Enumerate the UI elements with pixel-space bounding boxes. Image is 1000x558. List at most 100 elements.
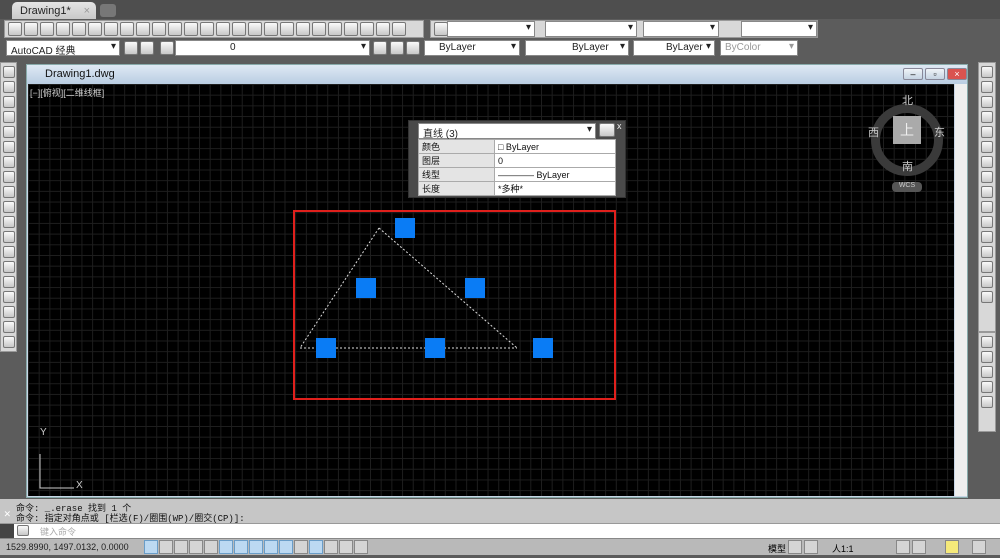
line-icon[interactable] (2, 66, 15, 78)
lineweight-select[interactable]: ByLayer (633, 40, 715, 56)
design-center-icon[interactable] (312, 22, 326, 36)
arc-icon[interactable] (2, 141, 15, 153)
hatch-icon[interactable] (2, 276, 15, 288)
markup-icon[interactable] (360, 22, 374, 36)
ellipse-icon[interactable] (2, 201, 15, 213)
zoom-realtime-icon[interactable] (248, 22, 262, 36)
stretch-icon[interactable] (981, 186, 993, 198)
vertical-scrollbar[interactable] (955, 84, 967, 496)
property-value[interactable]: ———— ByLayer (494, 167, 616, 182)
preview-icon[interactable] (72, 22, 86, 36)
zoom-previous-icon[interactable] (280, 22, 294, 36)
ducs-toggle[interactable] (264, 540, 278, 554)
command-input[interactable]: 键入命令 (40, 525, 76, 538)
layer-manager-icon[interactable] (160, 41, 174, 55)
bring-above-icon[interactable] (981, 366, 993, 378)
color-select[interactable]: ByLayer (424, 40, 520, 56)
customize-panel-icon[interactable] (599, 123, 615, 137)
zoom-window-icon[interactable] (264, 22, 278, 36)
ortho-toggle[interactable] (189, 540, 203, 554)
chamfer-icon[interactable] (981, 261, 993, 273)
layer-states-icon[interactable] (406, 41, 420, 55)
redo-icon[interactable] (216, 22, 230, 36)
compass-west[interactable]: 西 (868, 124, 879, 140)
property-row[interactable]: 图层 0 (418, 153, 616, 168)
customize-icon[interactable] (140, 41, 154, 55)
grip-point[interactable] (533, 338, 553, 358)
new-tab-button[interactable] (100, 4, 116, 17)
text-front-icon[interactable] (981, 396, 993, 408)
multileader-style-select[interactable] (741, 21, 817, 37)
restore-button[interactable]: ▫ (925, 68, 945, 80)
ellipse-arc-icon[interactable] (2, 216, 15, 228)
minimize-button[interactable]: – (903, 68, 923, 80)
workspace-settings-icon[interactable] (124, 41, 138, 55)
copy-object-icon[interactable] (981, 81, 993, 93)
text-style-select[interactable] (447, 21, 535, 37)
table-icon[interactable] (2, 321, 15, 333)
properties-icon[interactable] (296, 22, 310, 36)
rectangle-icon[interactable] (2, 126, 15, 138)
mirror-icon[interactable] (981, 96, 993, 108)
transparency-toggle[interactable] (309, 540, 323, 554)
property-row[interactable]: 线型 ———— ByLayer (418, 167, 616, 182)
print-icon[interactable] (56, 22, 70, 36)
revcloud-icon[interactable] (2, 171, 15, 183)
help-icon[interactable] (392, 22, 406, 36)
scale-icon[interactable] (981, 171, 993, 183)
calculator-icon[interactable] (376, 22, 390, 36)
otrack-toggle[interactable] (249, 540, 263, 554)
command-prompt-icon[interactable] (17, 525, 29, 536)
bring-front-icon[interactable] (981, 336, 993, 348)
open-icon[interactable] (24, 22, 38, 36)
quick-properties-toggle[interactable] (324, 540, 338, 554)
dyn-toggle[interactable] (279, 540, 293, 554)
compass-north[interactable]: 北 (902, 92, 913, 108)
dim-style-select[interactable] (545, 21, 637, 37)
circle-icon[interactable] (2, 156, 15, 168)
command-close-icon[interactable]: ✕ (4, 507, 11, 521)
selection-type-select[interactable]: 直线 (3) (418, 123, 596, 140)
cut-icon[interactable] (120, 22, 134, 36)
workspace-switching-icon[interactable] (896, 540, 910, 554)
workspace-select[interactable]: AutoCAD 经典 (6, 40, 120, 57)
offset-icon[interactable] (981, 111, 993, 123)
clean-screen-icon[interactable] (972, 540, 986, 554)
property-value[interactable]: *多种* (494, 181, 616, 196)
trim-icon[interactable] (981, 201, 993, 213)
spline-icon[interactable] (2, 186, 15, 198)
3d-osnap-toggle[interactable] (234, 540, 248, 554)
make-block-icon[interactable] (2, 246, 15, 258)
pan-icon[interactable] (232, 22, 246, 36)
selection-cycling-toggle[interactable] (339, 540, 353, 554)
model-button[interactable]: 模型 (768, 542, 786, 555)
property-row[interactable]: 颜色 □ ByLayer (418, 139, 616, 154)
property-value[interactable]: 0 (494, 153, 616, 168)
tool-palettes-icon[interactable] (328, 22, 342, 36)
gradient-icon[interactable] (2, 291, 15, 303)
grip-point[interactable] (425, 338, 445, 358)
construction-line-icon[interactable] (2, 81, 15, 93)
layer-previous-icon[interactable] (390, 41, 404, 55)
property-row[interactable]: 长度 *多种* (418, 181, 616, 196)
lineweight-toggle[interactable] (294, 540, 308, 554)
compass-south[interactable]: 南 (902, 158, 913, 174)
viewcube-top-face[interactable]: 上 (893, 116, 921, 144)
undo-icon[interactable] (200, 22, 214, 36)
insert-block-icon[interactable] (2, 231, 15, 243)
table-style-select[interactable] (643, 21, 719, 37)
polyline-icon[interactable] (2, 96, 15, 108)
mtext-icon[interactable] (2, 336, 15, 348)
infer-constraints-toggle[interactable] (144, 540, 158, 554)
copy-icon[interactable] (136, 22, 150, 36)
annotation-scale[interactable]: 人1:1 (832, 542, 854, 555)
fillet-icon[interactable] (981, 276, 993, 288)
coordinate-readout[interactable]: 1529.8990, 1497.0132, 0.0000 (6, 542, 129, 552)
publish-icon[interactable] (88, 22, 102, 36)
linetype-select[interactable]: ByLayer (525, 40, 629, 56)
snap-toggle[interactable] (159, 540, 173, 554)
break-icon[interactable] (981, 231, 993, 243)
layer-select[interactable]: 0 (175, 40, 370, 56)
isolate-objects-icon[interactable] (945, 540, 959, 554)
wcs-menu[interactable]: WCS (892, 182, 922, 192)
